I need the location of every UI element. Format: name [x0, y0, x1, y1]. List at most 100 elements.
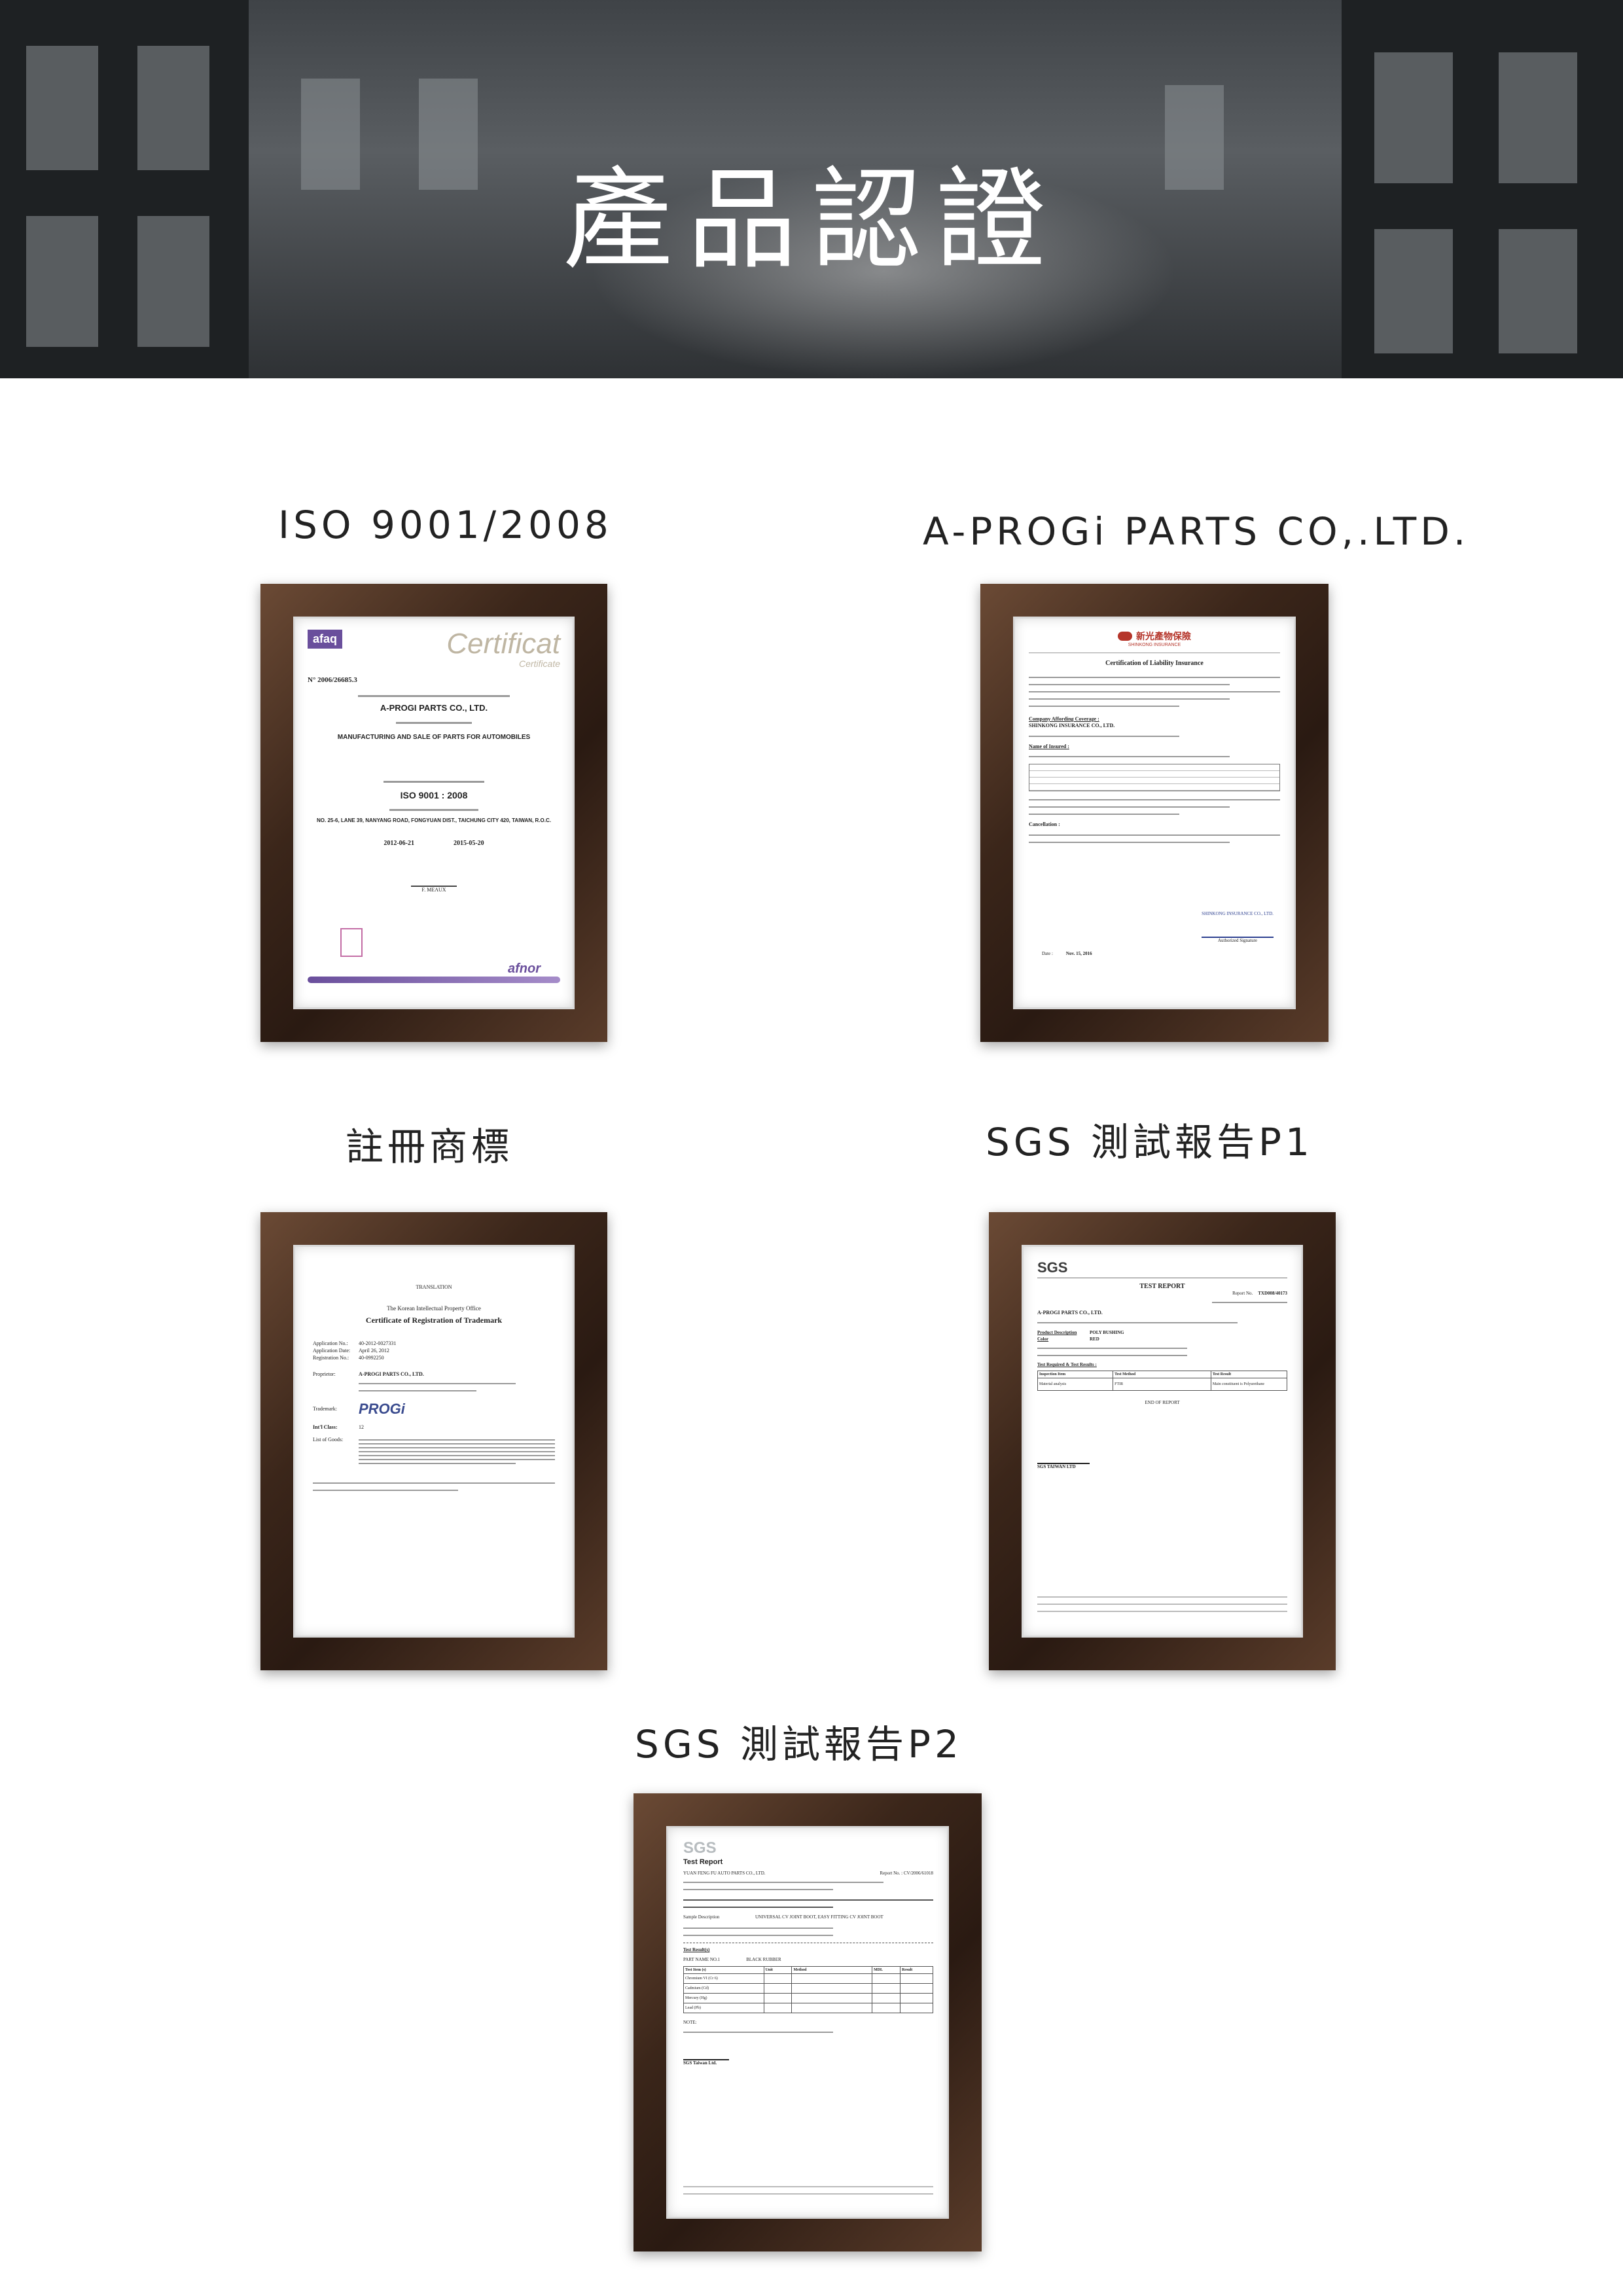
- caption-iso: ISO 9001/2008: [278, 503, 613, 547]
- row-result: Main constituent is Polyurethane: [1212, 1382, 1264, 1387]
- certificate-sgs-p1: SGS TEST REPORT Report No. TXD008/40173 …: [1022, 1245, 1303, 1638]
- report-company: YUAN FENG FU AUTO PARTS CO., LTD.: [683, 1871, 766, 1876]
- note-label: NOTE:: [683, 2020, 697, 2026]
- report-signer: SGS TAIWAN LTD: [1037, 1463, 1076, 1469]
- certified-company: A-PROGI PARTS CO., LTD.: [380, 703, 488, 713]
- row-method: FTIR: [1113, 1378, 1211, 1391]
- results-table: Test Item (s) Unit Method MDL Result Chr…: [683, 1966, 933, 2014]
- trademark-office: The Korean Intellectual Property Office: [387, 1305, 481, 1312]
- certificate-insurance: 新光產物保險 SHINKONG INSURANCE Certification …: [1013, 617, 1296, 1009]
- insurance-date: Nov. 15, 2016: [1065, 950, 1092, 956]
- progi-logo: PROGi: [359, 1400, 405, 1417]
- purple-swoosh: [308, 977, 560, 983]
- part-name: BLACK RUBBER: [746, 1957, 781, 1963]
- col-method: Method: [792, 1967, 873, 1975]
- header-banner: 產品認證: [0, 0, 1623, 378]
- trademark-label: Trademark:: [313, 1406, 338, 1412]
- report-no: TXD008/40173: [1258, 1291, 1287, 1296]
- product-color: RED: [1090, 1336, 1099, 1342]
- page-title: 產品認證: [563, 156, 1060, 284]
- test-report-heading: TEST REPORT: [1139, 1283, 1185, 1290]
- signatory: F. MEAUX: [421, 886, 446, 893]
- certificate-number: N° 2006/26685.3: [308, 676, 357, 684]
- sample-label: Sample Description: [683, 1914, 720, 1920]
- product: POLY BUSHING: [1090, 1330, 1124, 1336]
- iaf-badge-icon: [340, 928, 363, 957]
- col-test-item: Test Item (s): [684, 1967, 764, 1975]
- caption-sgs-p1: SGS 測試報告P1: [986, 1120, 1313, 1164]
- caption-company: A-PROGi PARTS CO,.LTD.: [923, 509, 1470, 554]
- col-test-method: Test Method: [1113, 1371, 1211, 1379]
- certificate-frame-insurance[interactable]: 新光產物保險 SHINKONG INSURANCE Certification …: [980, 584, 1329, 1042]
- color-label: Color: [1037, 1336, 1049, 1342]
- certified-standard: ISO 9001 : 2008: [400, 790, 468, 801]
- insurer-name-en: SHINKONG INSURANCE: [1128, 643, 1181, 647]
- afaq-logo: afaq: [308, 630, 343, 649]
- table-row-item: Mercury (Hg): [684, 1994, 764, 2004]
- table-row-item: Cadmium (Cd): [684, 1984, 764, 1994]
- signature-icon: [411, 866, 457, 887]
- date-label: Date :: [1042, 950, 1053, 956]
- shinkong-logo-icon: [1118, 632, 1132, 641]
- sgs-logo: SGS: [683, 1839, 717, 1857]
- proprietor-label: Proprietor:: [313, 1371, 336, 1377]
- sign-title: Authorized Signature: [1217, 937, 1258, 943]
- class-label: Int'l Class:: [313, 1424, 338, 1430]
- report-no: CV/2006/61018: [903, 1871, 933, 1876]
- signature-icon: [683, 2043, 729, 2061]
- coverage-label: Company Affording Coverage :: [1029, 716, 1099, 722]
- certificate-frame-sgs-p2[interactable]: SGS Test Report YUAN FENG FU AUTO PARTS …: [633, 1793, 982, 2251]
- col-mdl: MDL: [872, 1967, 901, 1975]
- app-date: April 26, 2012: [359, 1347, 389, 1354]
- certified-scope: MANUFACTURING AND SALE OF PARTS FOR AUTO…: [337, 734, 531, 742]
- coverage-name: SHINKONG INSURANCE CO., LTD.: [1029, 723, 1115, 729]
- app-no-label: Application No.:: [313, 1340, 348, 1346]
- certificate-subheading: Certificate: [518, 658, 560, 669]
- intl-class: 12: [359, 1424, 364, 1430]
- col-inspection-item: Inspection Item: [1038, 1371, 1114, 1379]
- table-row-item: Lead (Pb): [684, 2003, 764, 2013]
- results-label: Test Required & Test Results :: [1037, 1362, 1097, 1368]
- reg-no: 40-0992250: [359, 1354, 384, 1361]
- trademark-heading: Certificate of Registration of Trademark: [365, 1316, 503, 1325]
- report-no-label: Report No.: [1232, 1291, 1253, 1296]
- app-no: 40-2012-0027331: [359, 1340, 397, 1346]
- end-of-report: END OF REPORT: [1145, 1400, 1180, 1406]
- sign-company: SHINKONG INSURANCE CO., LTD.: [1202, 910, 1274, 916]
- report-no-label: Report No.: [880, 1871, 901, 1876]
- table-row-item: Chromium VI (Cr 6): [684, 1974, 764, 1984]
- sgs-logo: SGS: [1037, 1259, 1068, 1276]
- certificate-heading: Certificat: [446, 628, 560, 660]
- signature-icon: [1202, 917, 1274, 938]
- report-signer: SGS Taiwan Ltd.: [683, 2060, 717, 2066]
- insured-label: Name of Insured :: [1029, 743, 1069, 749]
- certificate-trademark: TRANSLATION The Korean Intellectual Prop…: [293, 1245, 575, 1638]
- afnor-logo: afnor: [508, 961, 541, 976]
- col-result: Result: [900, 1967, 933, 1975]
- certificate-iso: afaq Certificat Certificate N° 2006/2668…: [293, 617, 575, 1009]
- app-date-label: Application Date:: [313, 1347, 351, 1354]
- col-unit: Unit: [764, 1967, 793, 1975]
- insurer-name-cn: 新光產物保險: [1136, 632, 1191, 642]
- certificate-sgs-p2: SGS Test Report YUAN FENG FU AUTO PARTS …: [666, 1826, 949, 2219]
- certificate-frame-iso[interactable]: afaq Certificat Certificate N° 2006/2668…: [260, 584, 607, 1042]
- cancellation-label: Cancellation :: [1029, 821, 1060, 828]
- certificate-frame-trademark[interactable]: TRANSLATION The Korean Intellectual Prop…: [260, 1212, 607, 1670]
- col-test-result: Test Result: [1211, 1371, 1287, 1379]
- results-label: Test Result(s): [683, 1947, 710, 1953]
- proprietor: A-PROGI PARTS CO., LTD.: [359, 1371, 424, 1377]
- test-report-heading: Test Report: [683, 1858, 723, 1866]
- signature-icon: [1037, 1446, 1090, 1464]
- policy-table: [1029, 764, 1280, 792]
- date-from: 2012-06-21: [383, 839, 414, 847]
- certificate-frame-sgs-p1[interactable]: SGS TEST REPORT Report No. TXD008/40173 …: [989, 1212, 1336, 1670]
- insurance-heading: Certification of Liability Insurance: [1105, 660, 1204, 667]
- translation-label: TRANSLATION: [416, 1284, 452, 1290]
- date-to: 2015-05-20: [454, 839, 484, 847]
- goods-label: List of Goods:: [313, 1436, 344, 1443]
- row-item: Material analysis: [1038, 1378, 1114, 1391]
- report-company: A-PROGI PARTS CO., LTD.: [1037, 1310, 1103, 1316]
- caption-trademark: 註冊商標: [346, 1124, 514, 1169]
- reg-no-label: Registration No.:: [313, 1354, 349, 1361]
- certified-address: NO. 25-6, LANE 39, NANYANG ROAD, FONGYUA…: [317, 817, 551, 824]
